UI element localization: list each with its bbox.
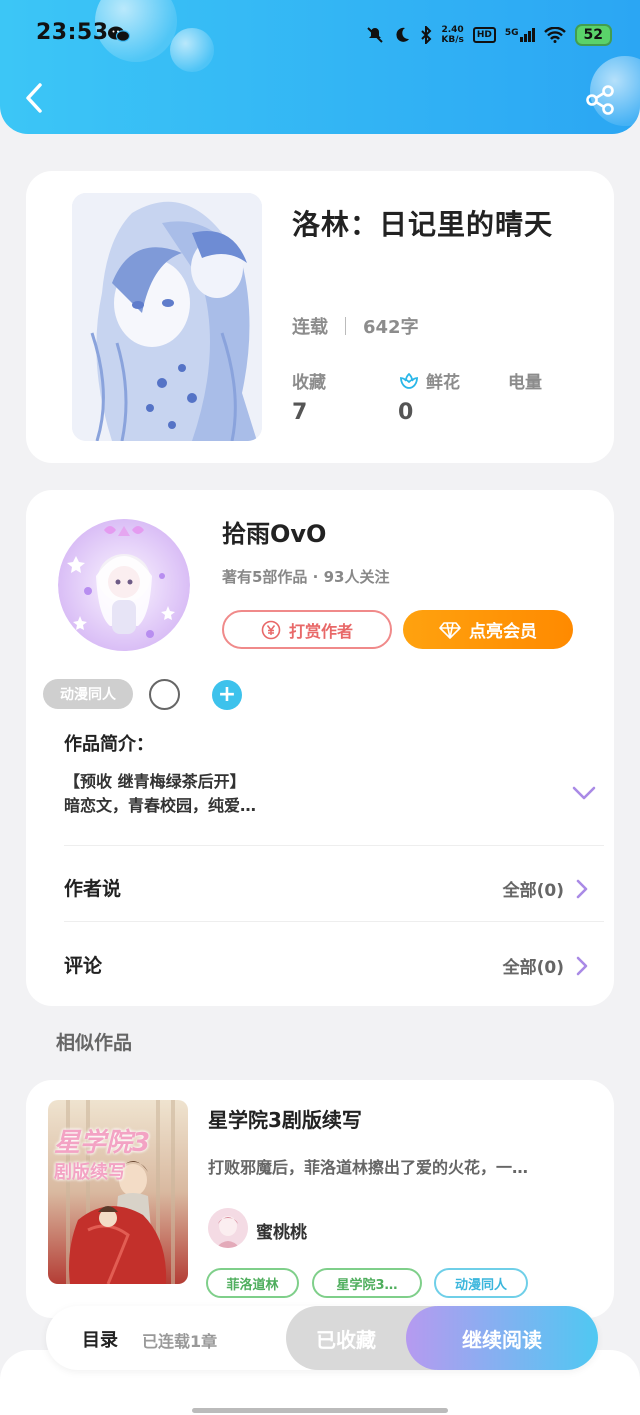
similar-cover-title-art: 星学院3 [54,1128,151,1158]
author-name[interactable]: 拾雨OvO [222,514,326,549]
stat-flowers-value: 0 [398,400,414,425]
author-card: 拾雨OvO 著有5部作品 · 93人关注 打赏作者 点亮会员 动漫同人 + 作品… [26,490,614,1006]
genre-tag[interactable]: 动漫同人 [43,679,133,709]
yuan-coin-icon [261,620,281,639]
stat-favorites-value: 7 [292,400,308,425]
divider [345,317,346,335]
author-says-count: 全部(0) [502,881,564,901]
similar-work-title[interactable]: 星学院3剧版续写 [208,1104,362,1133]
chevron-right-icon [576,879,588,898]
similar-work-card[interactable]: 星学院3 剧版续写 星学院3剧版续写 打败邪魔后，菲洛道林擦出了爱的火花，一… … [26,1080,614,1318]
bottom-action-bar: 目录 已连载1章 已收藏 继续阅读 [46,1306,598,1370]
back-icon[interactable] [22,82,48,114]
status-bar: 23:53 2.40 KB/s HD 5G 52 [36,20,612,50]
intro-text[interactable]: 【预收 继青梅绿茶后开】 暗恋文，青春校园，纯爱… [64,770,256,818]
similar-work-cover[interactable]: 星学院3 剧版续写 [48,1100,188,1284]
divider [64,921,604,922]
tip-author-label: 打赏作者 [288,621,353,641]
author-says-all[interactable]: 全部(0) [503,876,588,901]
intro-line: 暗恋文，青春校园，纯爱… [64,796,257,815]
intro-label: 作品简介： [64,734,154,755]
home-indicator[interactable] [192,1408,448,1413]
signal-icon: 5G [505,28,535,42]
battery-indicator: 52 [574,24,612,46]
book-meta: 连载 642字 [292,313,419,339]
similar-author-avatar[interactable] [208,1208,248,1248]
stat-favorites-label: 收藏 [292,368,326,393]
book-title: 洛林：日记里的晴天 [292,208,554,241]
chevron-right-icon [576,956,588,975]
chevron-down-icon[interactable] [572,786,596,800]
add-tag-button[interactable]: + [212,680,242,710]
wifi-icon [543,27,566,43]
status-icons: 2.40 KB/s HD 5G 52 [366,20,612,50]
chapter-count: 已连载1章 [142,1332,218,1351]
net-speed-unit: KB/s [441,35,464,45]
mute-icon [367,27,384,43]
net-speed: 2.40 KB/s [441,25,463,45]
similar-tag[interactable]: 动漫同人 [434,1268,528,1298]
similar-tag[interactable]: 菲洛道林 [206,1268,299,1298]
net-speed-value: 2.40 [441,25,464,35]
signal-label: 5G [504,28,519,38]
stat-flowers-label[interactable]: 鲜花 [398,368,460,393]
comments-count: 全部(0) [502,958,564,978]
wechat-icon [108,25,131,47]
comments-label[interactable]: 评论 [64,951,102,978]
bluetooth-icon [421,26,432,44]
similar-section-title: 相似作品 [56,1032,133,1054]
status-time: 23:53 [36,20,109,45]
similar-cover-subtitle-art: 剧版续写 [54,1162,126,1183]
author-says-label[interactable]: 作者说 [64,874,121,901]
similar-author-name[interactable]: 蜜桃桃 [256,1218,307,1243]
diamond-icon [439,621,461,639]
similar-work-desc: 打败邪魔后，菲洛道林擦出了爱的火花，一… [208,1158,529,1177]
comments-all[interactable]: 全部(0) [503,953,588,978]
flower-icon [399,372,419,389]
vip-label: 点亮会员 [469,622,537,642]
stat-label: 鲜花 [426,373,460,393]
book-word-count: 642字 [363,317,419,338]
intro-line: 【预收 继青梅绿茶后开】 [64,772,246,791]
book-status: 连载 [292,317,328,338]
avatar-illustration [58,519,190,651]
author-summary: 著有5部作品 · 93人关注 [222,568,390,586]
avatar-illustration [208,1208,248,1248]
author-avatar[interactable] [58,516,190,654]
toc-button[interactable]: 目录 [82,1326,118,1352]
book-cover[interactable] [72,193,262,441]
hd-badge: HD [472,27,496,43]
moon-icon [396,27,410,42]
tip-author-button[interactable]: 打赏作者 [222,610,392,649]
stat-label: 收藏 [292,373,326,393]
stat-power-label[interactable]: 电量 [508,368,542,393]
header: 23:53 2.40 KB/s HD 5G 52 [0,0,640,134]
divider [64,845,604,846]
stat-label: 电量 [508,373,542,393]
cover-illustration [72,193,262,441]
share-icon[interactable] [584,84,616,116]
empty-circle-button[interactable] [149,679,180,710]
book-info-card: 洛林：日记里的晴天 连载 642字 收藏 7 鲜花 0 电量 [26,171,614,463]
continue-reading-button[interactable]: 继续阅读 [406,1306,598,1370]
similar-tag[interactable]: 星学院3… [312,1268,422,1298]
vip-button[interactable]: 点亮会员 [403,610,573,649]
